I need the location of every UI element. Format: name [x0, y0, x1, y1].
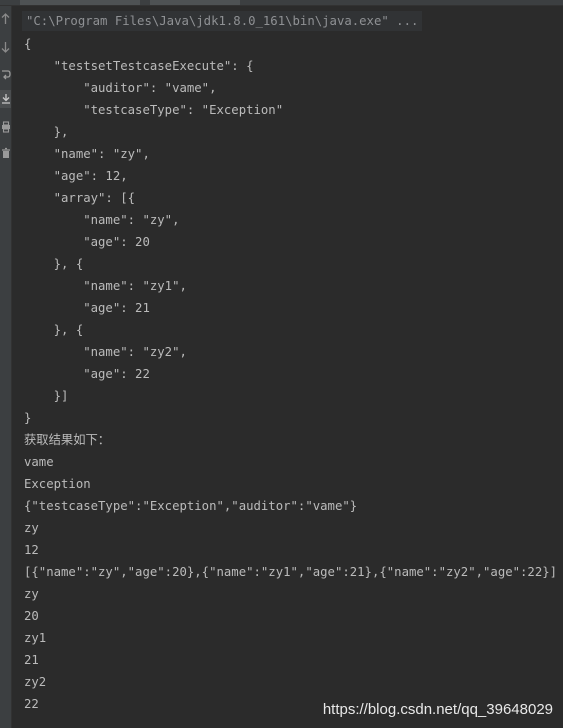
output-line: "testsetTestcaseExecute": { — [24, 59, 254, 73]
watermark: https://blog.csdn.net/qq_39648029 — [322, 701, 553, 718]
output-line: vame — [24, 455, 54, 469]
output-line: 获取结果如下： — [24, 433, 111, 447]
output-line: [{"name":"zy","age":20},{"name":"zy1","a… — [24, 565, 558, 579]
output-line: }, { — [24, 323, 84, 337]
output-line: "auditor": "vame", — [24, 81, 217, 95]
output-line: "name": "zy", — [24, 147, 150, 161]
run-command: "C:\Program Files\Java\jdk1.8.0_161\bin\… — [22, 11, 423, 31]
output-line: zy1 — [24, 631, 47, 645]
output-line: zy — [24, 587, 39, 601]
output-line: 21 — [24, 653, 39, 667]
output-line: Exception — [24, 477, 91, 491]
output-line: }, { — [24, 257, 84, 271]
editor-tab[interactable] — [20, 0, 140, 5]
output-line: zy2 — [24, 675, 47, 689]
tab-strip — [0, 0, 563, 6]
output-line: } — [24, 411, 32, 425]
console-toolbar — [0, 6, 12, 728]
output-line: "age": 21 — [24, 301, 150, 315]
output-line: "age": 22 — [24, 367, 150, 381]
output-line: zy — [24, 521, 39, 535]
output-line: { — [24, 37, 32, 51]
output-line: "name": "zy1", — [24, 279, 187, 293]
soft-wrap-icon[interactable] — [0, 66, 11, 84]
editor-tab[interactable] — [150, 0, 240, 5]
output-line: "name": "zy2", — [24, 345, 187, 359]
console-output[interactable]: "C:\Program Files\Java\jdk1.8.0_161\bin\… — [22, 10, 563, 728]
output-line: "array": [{ — [24, 191, 136, 205]
output-line: "name": "zy", — [24, 213, 180, 227]
output-line: 12 — [24, 543, 39, 557]
arrow-up-icon[interactable] — [0, 10, 11, 28]
output-line: "testcaseType": "Exception" — [24, 103, 284, 117]
arrow-down-icon[interactable] — [0, 38, 11, 56]
output-line: "age": 20 — [24, 235, 150, 249]
scroll-to-end-icon[interactable] — [0, 90, 11, 108]
output-line: }, — [24, 125, 69, 139]
output-line: 20 — [24, 609, 39, 623]
output-line: "age": 12, — [24, 169, 128, 183]
output-line: {"testcaseType":"Exception","auditor":"v… — [24, 499, 358, 513]
trash-icon[interactable] — [0, 144, 11, 162]
print-icon[interactable] — [0, 118, 11, 136]
output-line: }] — [24, 389, 69, 403]
